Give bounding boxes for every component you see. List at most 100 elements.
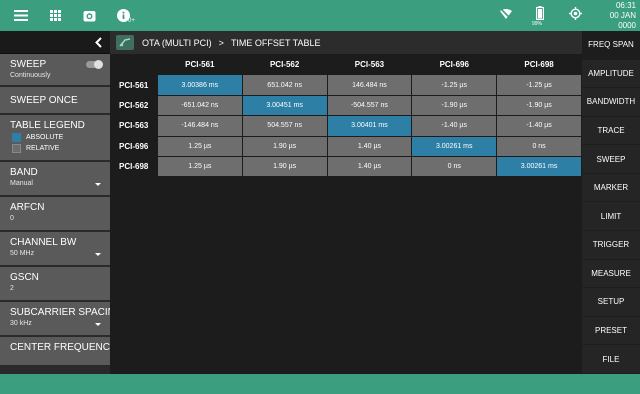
column-header: PCI-562 — [242, 55, 327, 75]
row-header: PCI-563 — [111, 116, 157, 136]
sweep-control[interactable]: SWEEP Continuously — [0, 54, 110, 87]
legend-title: TABLE LEGEND — [10, 120, 85, 131]
menu-icon[interactable] — [10, 5, 32, 27]
menu-freq-span[interactable]: FREQ SPAN — [582, 31, 640, 60]
menu-file[interactable]: FILE — [582, 345, 640, 374]
band-selector[interactable]: BAND Manual — [0, 162, 110, 197]
relative-swatch — [12, 144, 21, 153]
table-cell: 3.00386 ms — [157, 75, 242, 95]
clock: 06:31 00 JAN 0000 — [592, 1, 636, 31]
legend-absolute-label: ABSOLUTE — [26, 134, 64, 141]
center-frequency-field[interactable]: CENTER FREQUENCY — [0, 337, 110, 367]
chevron-down-icon — [95, 183, 101, 186]
collapse-panel-button[interactable] — [0, 31, 110, 54]
table-cell: 0 ns — [412, 156, 497, 177]
battery-indicator: 99% — [532, 3, 545, 29]
sweep-toggle[interactable] — [86, 60, 103, 69]
chevron-left-icon — [95, 36, 102, 48]
table-cell: 1.90 µs — [242, 136, 327, 156]
table-row: PCI-562 -651.042 ns 3.00451 ms -504.557 … — [111, 95, 581, 116]
table-cell: 1.90 µs — [242, 156, 327, 177]
clock-date: 00 JAN 0000 — [609, 10, 636, 30]
menu-trigger[interactable]: TRIGGER — [582, 231, 640, 260]
table-row: PCI-561 3.00386 ms 651.042 ns 146.484 ns… — [111, 75, 581, 95]
battery-percent: 99% — [532, 20, 543, 27]
gps-icon — [569, 6, 582, 25]
table-cell: 1.25 µs — [157, 136, 242, 156]
breadcrumb-item-ota[interactable]: OTA (MULTI PCI) — [142, 38, 212, 48]
legend-relative-label: RELATIVE — [26, 145, 60, 152]
table-corner — [111, 55, 157, 75]
menu-trace[interactable]: TRACE — [582, 117, 640, 146]
table-cell: 0 ns — [497, 136, 581, 156]
column-header: PCI-696 — [412, 55, 497, 75]
arfcn-field[interactable]: ARFCN 0 — [0, 197, 110, 232]
table-cell: 1.25 µs — [157, 156, 242, 177]
app-logo-icon — [116, 35, 134, 50]
table-legend: TABLE LEGEND ABSOLUTE RELATIVE — [0, 115, 110, 162]
table-cell: -504.557 ns — [327, 95, 412, 116]
sweep-once-label: SWEEP ONCE — [10, 95, 78, 106]
subcarrier-spacing-value: 30 kHz — [10, 320, 32, 327]
gscn-field[interactable]: GSCN 2 — [0, 267, 110, 302]
menu-marker[interactable]: MARKER — [582, 174, 640, 203]
bottom-status-bar — [0, 374, 640, 394]
channel-bw-title: CHANNEL BW — [10, 237, 77, 248]
table-cell: 146.484 ns — [327, 75, 412, 95]
row-header: PCI-562 — [111, 95, 157, 116]
table-cell: 3.00261 ms — [412, 136, 497, 156]
arfcn-value: 0 — [10, 215, 14, 222]
status-bar: 0+ 99% 06:31 00 JAN 0000 — [0, 0, 640, 31]
column-header: PCI-561 — [157, 55, 242, 75]
table-cell: -1.40 µs — [412, 116, 497, 136]
band-value: Manual — [10, 180, 33, 187]
chevron-down-icon — [95, 323, 101, 326]
table-row: PCI-696 1.25 µs 1.90 µs 1.40 µs 3.00261 … — [111, 136, 581, 156]
table-cell: -651.042 ns — [157, 95, 242, 116]
table-cell: -146.484 ns — [157, 116, 242, 136]
table-cell: 504.557 ns — [242, 116, 327, 136]
camera-icon[interactable] — [78, 5, 100, 27]
menu-bandwidth[interactable]: BANDWIDTH — [582, 88, 640, 117]
menu-setup[interactable]: SETUP — [582, 288, 640, 317]
column-header: PCI-698 — [497, 55, 581, 75]
channel-bw-selector[interactable]: CHANNEL BW 50 MHz — [0, 232, 110, 267]
legend-relative: RELATIVE — [12, 143, 106, 154]
grid-icon[interactable] — [44, 5, 66, 27]
menu-amplitude[interactable]: AMPLITUDE — [582, 60, 640, 89]
row-header: PCI-696 — [111, 136, 157, 156]
table-cell: -1.90 µs — [497, 95, 581, 116]
menu-sweep[interactable]: SWEEP — [582, 145, 640, 174]
table-cell: 3.00451 ms — [242, 95, 327, 116]
breadcrumb-item-table: TIME OFFSET TABLE — [230, 37, 321, 48]
clock-time: 06:31 — [615, 0, 636, 10]
table-cell: 651.042 ns — [242, 75, 327, 95]
table-row: PCI-698 1.25 µs 1.90 µs 1.40 µs 0 ns 3.0… — [111, 156, 581, 177]
absolute-swatch — [12, 133, 21, 142]
menu-preset[interactable]: PRESET — [582, 317, 640, 346]
sweep-once-button[interactable]: SWEEP ONCE — [0, 87, 110, 115]
table-cell: -1.90 µs — [412, 95, 497, 116]
band-title: BAND — [10, 167, 38, 178]
table-header-row: PCI-561 PCI-562 PCI-563 PCI-696 PCI-698 — [111, 55, 581, 75]
row-header: PCI-561 — [111, 75, 157, 95]
table-cell: 1.40 µs — [327, 136, 412, 156]
table-row: PCI-563 -146.484 ns 504.557 ns 3.00401 m… — [111, 116, 581, 136]
gscn-value: 2 — [10, 285, 14, 292]
subcarrier-spacing-selector[interactable]: SUBCARRIER SPACING 30 kHz — [0, 302, 110, 337]
info-icon[interactable]: 0+ — [112, 5, 135, 27]
arfcn-title: ARFCN — [10, 202, 45, 213]
row-header: PCI-698 — [111, 156, 157, 177]
notification-badge: 0+ — [128, 17, 135, 24]
table-cell: -1.25 µs — [497, 75, 581, 95]
table-cell: -1.40 µs — [497, 116, 581, 136]
gscn-title: GSCN — [10, 272, 39, 283]
menu-limit[interactable]: LIMIT — [582, 202, 640, 232]
menu-measure[interactable]: MEASURE — [582, 260, 640, 289]
chevron-down-icon — [95, 253, 101, 256]
table-cell: 3.00401 ms — [327, 116, 412, 136]
sweep-mode: Continuously — [10, 72, 51, 79]
breadcrumb: OTA (MULTI PCI) > TIME OFFSET TABLE — [110, 31, 582, 54]
legend-absolute: ABSOLUTE — [12, 132, 106, 143]
subcarrier-spacing-title: SUBCARRIER SPACING — [10, 307, 110, 318]
